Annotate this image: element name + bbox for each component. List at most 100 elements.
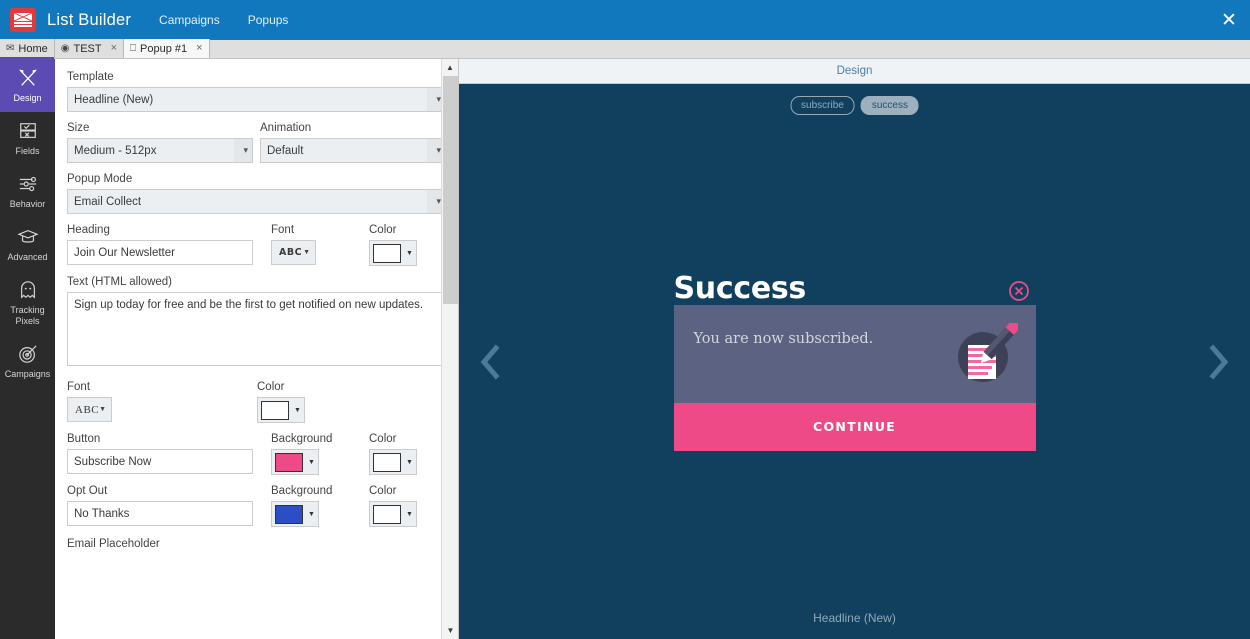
sidebar-item-fields-label: Fields <box>15 146 40 156</box>
sliders-icon <box>2 174 53 196</box>
animation-select[interactable]: Default <box>260 138 446 163</box>
next-template-button[interactable] <box>1202 340 1236 384</box>
prev-template-button[interactable] <box>473 340 507 384</box>
popup-mode-label: Popup Mode <box>67 173 133 185</box>
heading-color-picker[interactable]: ▼ <box>369 240 417 266</box>
text-textarea[interactable]: Sign up today for free and be the first … <box>67 292 446 366</box>
tab-test-label: TEST <box>73 42 102 55</box>
topnav-popups[interactable]: Popups <box>248 13 289 27</box>
tab-home[interactable]: ✉ Home <box>0 39 55 59</box>
popup-mode-select[interactable]: Email Collect <box>67 189 446 214</box>
design-tab-label: Design <box>836 65 873 77</box>
heading-font-picker[interactable]: ABC ▼ <box>271 240 316 265</box>
template-label: Template <box>67 71 114 83</box>
text-label: Text (HTML allowed) <box>67 276 173 288</box>
preview-mode-pills: subscribe success <box>790 96 919 115</box>
pencil-note-icon <box>952 318 1021 385</box>
sidebar-item-behavior[interactable]: Behavior <box>0 165 55 218</box>
text-font-picker[interactable]: ABC ▼ <box>67 397 112 422</box>
caret-down-icon: ▼ <box>406 249 413 257</box>
scroll-down-icon[interactable]: ▼ <box>442 622 459 639</box>
tab-popup-1-close-icon[interactable]: × <box>196 43 202 54</box>
sidebar-item-tracking-pixels-label: Tracking Pixels <box>10 305 45 326</box>
heading-color-swatch <box>373 243 401 263</box>
template-select-wrap: Headline (New) ▾ <box>67 87 446 112</box>
circle-x-icon[interactable] <box>1008 277 1030 301</box>
pill-success[interactable]: success <box>860 96 919 115</box>
button-text-input[interactable] <box>67 449 253 474</box>
template-select[interactable]: Headline (New) <box>67 87 446 112</box>
heading-font-label: Font <box>271 224 295 236</box>
button-background-label: Background <box>271 433 333 445</box>
caret-down-icon: ▼ <box>99 406 107 413</box>
tab-strip: ✉ Home ◉ TEST × ⎕ Popup #1 × <box>0 39 1250 59</box>
title-bar: List Builder Campaigns Popups ✕ <box>0 0 1250 40</box>
caret-down-icon: ▼ <box>308 510 315 518</box>
popup-preview: Success You are now subscribed. CONTINUE <box>673 272 1036 451</box>
popup-continue-button[interactable]: CONTINUE <box>673 402 1036 451</box>
topnav-campaigns[interactable]: Campaigns <box>159 13 220 27</box>
chevron-left-icon <box>473 340 507 384</box>
caret-down-icon: ▼ <box>303 249 310 256</box>
tab-test[interactable]: ◉ TEST × <box>54 39 125 58</box>
heading-color-label: Color <box>369 224 397 236</box>
sidebar-item-advanced-label: Advanced <box>7 252 48 262</box>
preview-column: Design subscribe success Success You are… <box>459 59 1250 639</box>
opt-out-text-input[interactable] <box>67 501 253 526</box>
close-icon[interactable]: ✕ <box>1218 10 1240 32</box>
opt-out-label: Opt Out <box>67 485 108 497</box>
button-color-picker[interactable]: ▼ <box>369 449 417 475</box>
sidebar-rail: Design Fields Behavior Advanced Tracking… <box>0 59 55 639</box>
target-arrow-icon <box>2 344 53 366</box>
button-background-swatch <box>275 452 303 472</box>
size-select-wrap: Medium - 512px ▾ <box>67 138 253 163</box>
popup-body: You are now subscribed. <box>673 304 1036 403</box>
text-color-picker[interactable]: ▼ <box>257 397 305 423</box>
button-color-label: Color <box>369 433 397 445</box>
design-tools-icon <box>2 68 53 90</box>
email-placeholder-label: Email Placeholder <box>67 538 160 550</box>
sidebar-item-design[interactable]: Design <box>0 59 55 112</box>
animation-label: Animation <box>260 122 312 134</box>
opt-out-background-label: Background <box>271 485 333 497</box>
form-scrollbar[interactable]: ▲ ▼ <box>441 59 458 639</box>
opt-out-background-picker[interactable]: ▼ <box>271 501 319 527</box>
pill-subscribe[interactable]: subscribe <box>790 96 855 115</box>
chevron-right-icon <box>1202 340 1236 384</box>
graduation-cap-icon <box>2 227 53 249</box>
caret-down-icon: ▼ <box>406 458 413 466</box>
sidebar-item-fields[interactable]: Fields <box>0 112 55 165</box>
target-icon: ◉ <box>60 42 70 54</box>
opt-out-color-swatch <box>373 504 401 524</box>
design-form-panel: Template Headline (New) ▾ Size Medium - … <box>55 59 459 639</box>
popup-heading-row: Success <box>674 272 1036 305</box>
sidebar-item-advanced[interactable]: Advanced <box>0 218 55 271</box>
text-font-label: Font <box>67 381 91 393</box>
design-tab-header: Design <box>459 59 1250 84</box>
tab-popup-1[interactable]: ⎕ Popup #1 × <box>124 39 210 58</box>
sidebar-item-design-label: Design <box>13 93 42 103</box>
window-icon: ⎕ <box>130 42 137 54</box>
popup-mode-select-wrap: Email Collect ▾ <box>67 189 446 214</box>
scroll-up-icon[interactable]: ▲ <box>442 59 458 76</box>
text-color-label: Color <box>257 381 285 393</box>
popup-continue-label: CONTINUE <box>813 419 896 434</box>
button-background-picker[interactable]: ▼ <box>271 449 319 475</box>
scrollbar-thumb[interactable] <box>443 76 458 304</box>
size-label: Size <box>67 122 90 134</box>
button-label: Button <box>67 433 101 445</box>
tab-test-close-icon[interactable]: × <box>111 43 117 54</box>
sidebar-item-behavior-label: Behavior <box>9 199 46 209</box>
caret-down-icon: ▼ <box>294 406 301 414</box>
button-color-swatch <box>373 452 401 472</box>
sidebar-item-campaigns[interactable]: Campaigns <box>0 335 55 388</box>
heading-input[interactable] <box>67 240 253 265</box>
tab-popup-1-label: Popup #1 <box>140 42 188 55</box>
size-select[interactable]: Medium - 512px <box>67 138 253 163</box>
opt-out-color-label: Color <box>369 485 397 497</box>
tab-home-label: Home <box>18 42 48 55</box>
sidebar-item-tracking-pixels[interactable]: Tracking Pixels <box>0 271 55 335</box>
ghost-icon <box>2 280 53 302</box>
opt-out-color-picker[interactable]: ▼ <box>369 501 417 527</box>
sidebar-item-campaigns-label: Campaigns <box>4 369 51 379</box>
